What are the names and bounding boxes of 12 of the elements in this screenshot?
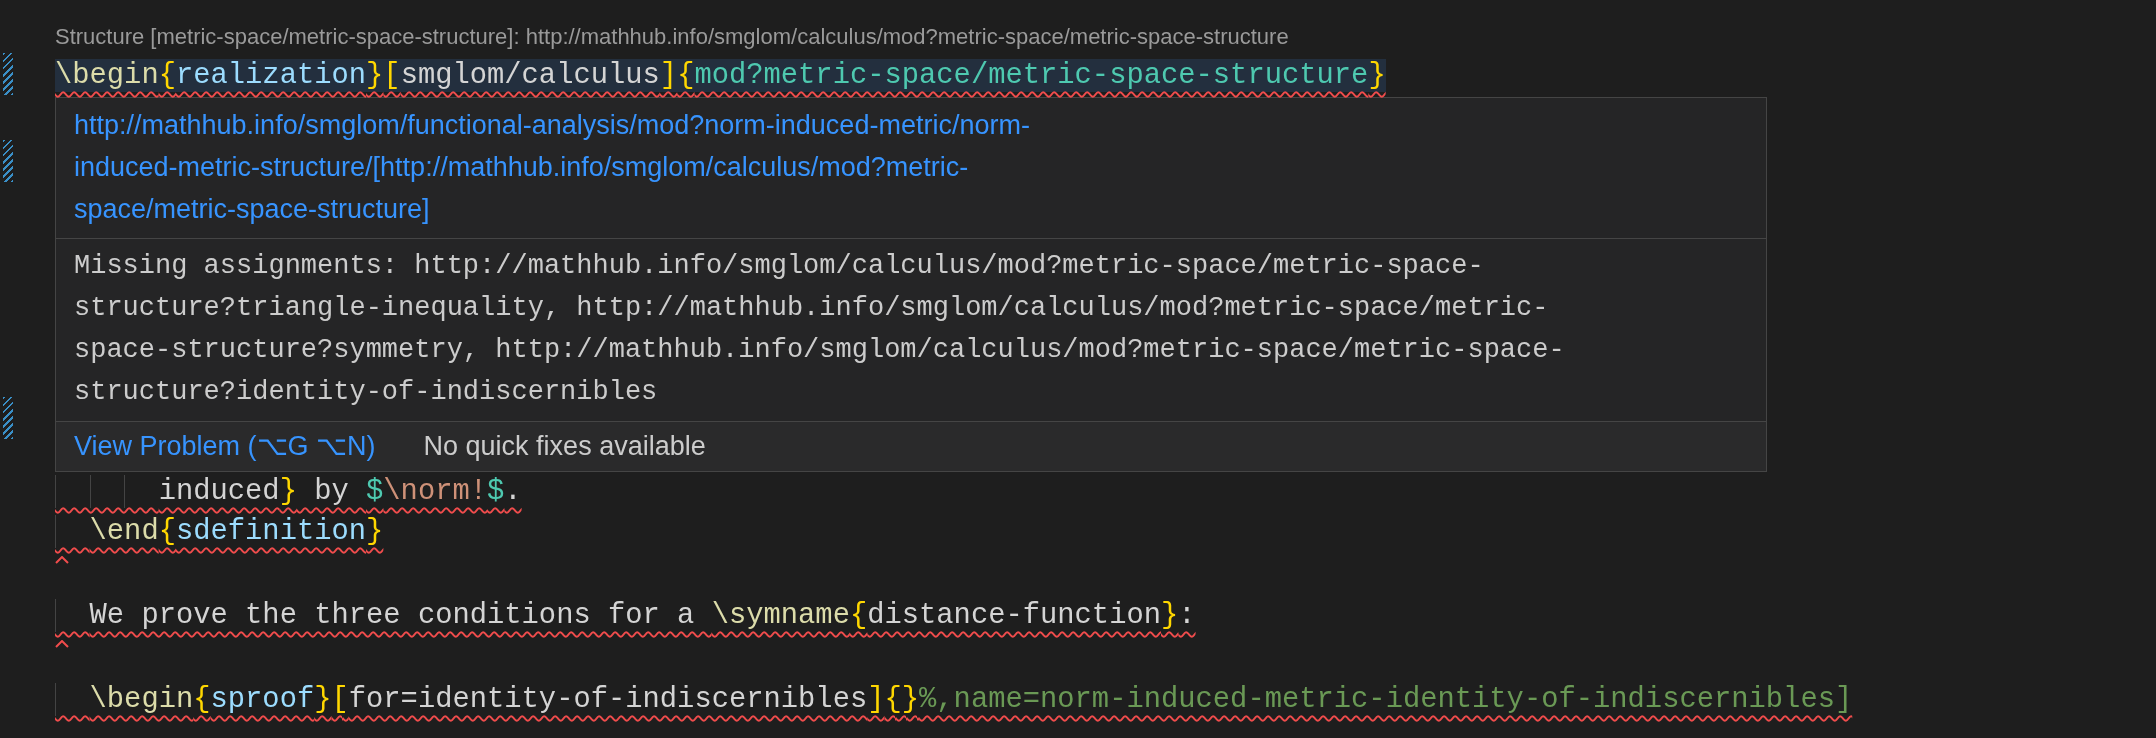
code-line: induced} by $\norm!$. bbox=[55, 475, 522, 508]
codelens-link[interactable]: Structure [metric-space/metric-space-structure]: http://mathhub.info/smglom/calculus/mod?metric-space/metric-space-structure bbox=[55, 24, 1289, 49]
change-marker-icon bbox=[3, 140, 13, 182]
hover-link[interactable]: http://mathhub.info/smglom/functional-analysis/mod?norm-induced-metric/norm- induced-metric-structure/[http://mathhub.info/smglom/calculus/mod?metric- space/metric-space-structure] bbox=[74, 104, 1748, 230]
code-line: \end{sdefinition} bbox=[55, 515, 384, 548]
code-line: \begin{sproof}[for=identity-of-indiscernibles]{}%,name=norm-induced-metric-identity-of-indiscernibles] bbox=[55, 683, 1853, 716]
code-line: We prove the three conditions for a \symname{distance-function}: bbox=[55, 599, 1196, 632]
quick-fix-note: No quick fixes available bbox=[423, 430, 706, 464]
change-marker-icon bbox=[3, 53, 13, 95]
change-marker-icon bbox=[3, 397, 13, 439]
view-problem-link[interactable]: View Problem (⌥G ⌥N) bbox=[74, 426, 376, 467]
problem-message: Missing assignments: http://mathhub.info/smglom/calculus/mod?metric-space/metric-space- structure?triangle-inequality, http://mathhub.info/smglom/calculus/mod?metric-space/metric- space-structure?symmetry, http://mathhub.info/smglom/calculus/mod?metric-space/metric-space- structure?identity-of-indiscernibles bbox=[74, 250, 1566, 409]
